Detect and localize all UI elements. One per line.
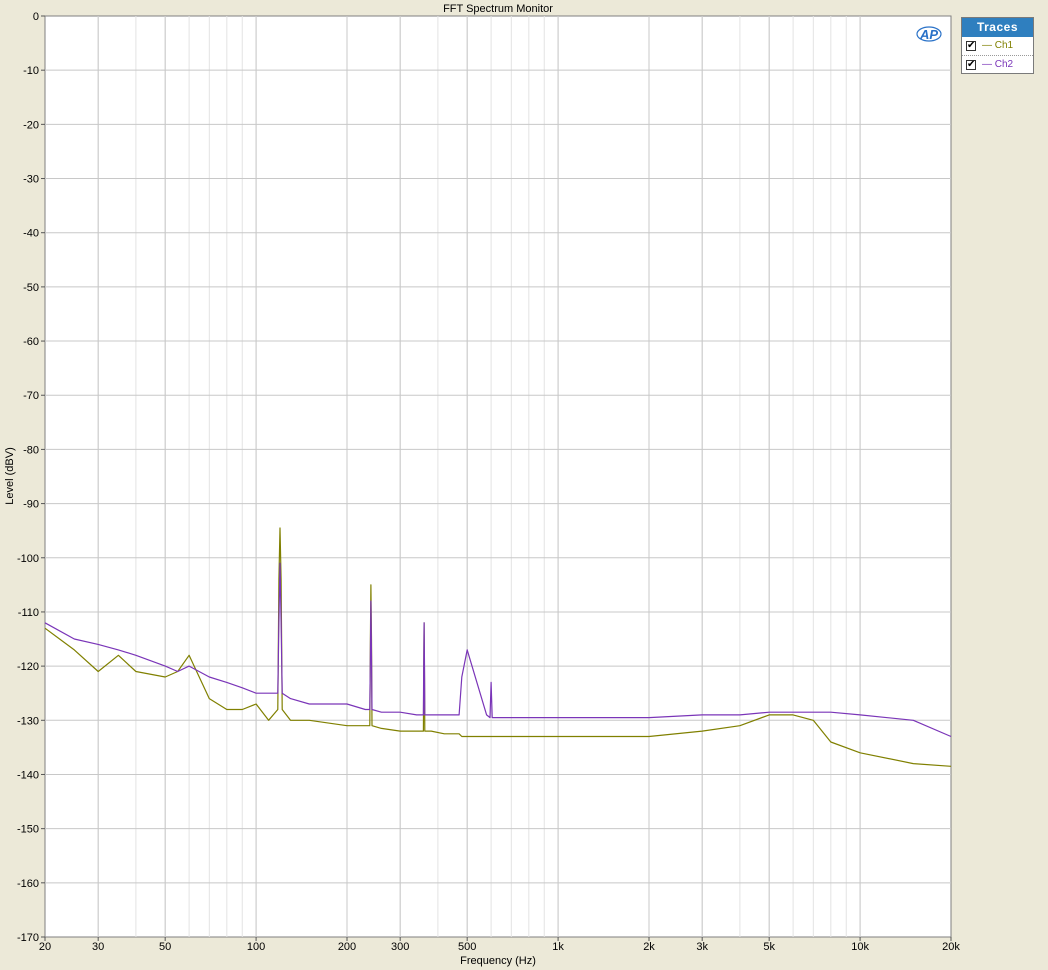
fft-spectrum-window: FFT Spectrum Monitor 0 -10 -20 -30 -40 -50 -60… <box>0 0 1048 970</box>
plot-area[interactable] <box>44 15 952 938</box>
x-tick-label: 10k <box>851 941 869 953</box>
y-tick-label: -160 <box>17 878 39 890</box>
y-tick-label: -120 <box>17 661 39 673</box>
x-tick-label: 300 <box>391 941 409 953</box>
traces-legend: Traces ✔ — Ch1 ✔ — Ch2 <box>961 17 1034 74</box>
legend-item-label: — Ch1 <box>982 40 1014 51</box>
x-tick-label: 20 <box>39 941 51 953</box>
legend-title: Traces <box>962 18 1033 37</box>
y-tick-label: -60 <box>23 336 39 348</box>
x-axis-label: Frequency (Hz) <box>460 955 536 967</box>
ch1-visibility-checkbox[interactable]: ✔ <box>966 41 976 51</box>
y-tick-label: 0 <box>33 11 39 23</box>
x-tick-label: 100 <box>247 941 265 953</box>
y-tick-label: -50 <box>23 282 39 294</box>
x-tick-label: 1k <box>552 941 564 953</box>
x-tick-label: 50 <box>159 941 171 953</box>
legend-item-ch2[interactable]: ✔ — Ch2 <box>962 55 1033 74</box>
ch2-visibility-checkbox[interactable]: ✔ <box>966 60 976 70</box>
x-tick-label: 200 <box>338 941 356 953</box>
y-tick-label: -40 <box>23 228 39 240</box>
y-tick-label: -110 <box>18 607 39 619</box>
y-tick-label: -90 <box>23 499 39 511</box>
x-tick-label: 5k <box>763 941 775 953</box>
fft-spectrum-chart: FFT Spectrum Monitor 0 -10 -20 -30 -40 -50 -60… <box>4 3 960 967</box>
x-axis: 20 30 50 100 200 300 500 1k 2k 3k 5k 10k 20k <box>39 937 960 953</box>
x-tick-label: 3k <box>696 941 708 953</box>
x-tick-label: 2k <box>643 941 655 953</box>
y-tick-label: -130 <box>17 715 39 727</box>
y-tick-label: -10 <box>23 65 39 77</box>
x-tick-label: 30 <box>92 941 104 953</box>
x-tick-label: 20k <box>942 941 960 953</box>
y-tick-label: -170 <box>17 932 39 944</box>
chart-title: FFT Spectrum Monitor <box>443 3 553 15</box>
y-tick-label: -70 <box>23 390 39 402</box>
y-tick-label: -30 <box>23 174 39 186</box>
y-tick-label: -140 <box>17 769 39 781</box>
y-axis-label: Level (dBV) <box>4 447 16 504</box>
y-tick-label: -20 <box>23 119 39 131</box>
y-axis: 0 -10 -20 -30 -40 -50 -60 -70 -80 -90 -100 -110 -120… <box>17 11 45 944</box>
y-tick-label: -150 <box>17 824 39 836</box>
y-tick-label: -80 <box>23 444 39 456</box>
x-tick-label: 500 <box>458 941 476 953</box>
legend-item-ch1[interactable]: ✔ — Ch1 <box>962 37 1033 55</box>
legend-item-label: — Ch2 <box>982 59 1014 70</box>
y-tick-label: -100 <box>17 553 39 565</box>
